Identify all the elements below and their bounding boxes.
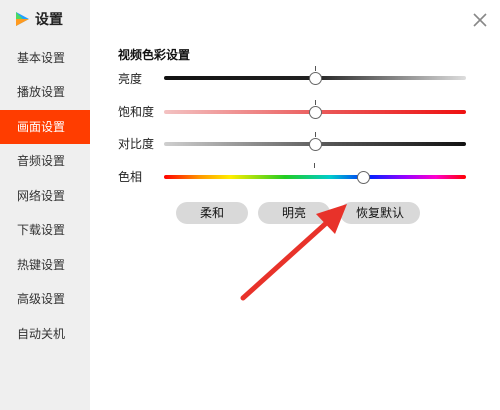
sidebar-item-auto-shutdown[interactable]: 自动关机 [0, 317, 90, 351]
bright-preset-button[interactable]: 明亮 [258, 202, 330, 224]
sidebar-item-download-settings[interactable]: 下载设置 [0, 213, 90, 247]
sidebar-item-advanced-settings[interactable]: 高级设置 [0, 282, 90, 316]
contrast-label: 对比度 [118, 137, 155, 151]
brightness-label: 亮度 [118, 72, 143, 86]
soft-preset-button[interactable]: 柔和 [176, 202, 248, 224]
window-title-text: 设置 [35, 12, 63, 28]
sidebar-item-picture-settings[interactable]: 画面设置 [0, 110, 90, 144]
brightness-slider-thumb[interactable] [308, 72, 322, 85]
saturation-slider-thumb[interactable] [308, 106, 322, 119]
sidebar: 设置 基本设置 播放设置 画面设置 音频设置 网络设置 下载设置 热键设置 高级… [0, 0, 90, 410]
contrast-slider-thumb[interactable] [308, 138, 322, 151]
window-title: 设置 [14, 8, 63, 30]
sidebar-item-hotkey-settings[interactable]: 热键设置 [0, 248, 90, 282]
hue-label: 色相 [118, 170, 143, 184]
app-logo-icon [16, 12, 29, 26]
sidebar-item-playback-settings[interactable]: 播放设置 [0, 75, 90, 109]
sidebar-item-audio-settings[interactable]: 音频设置 [0, 144, 90, 178]
saturation-label: 饱和度 [118, 105, 155, 119]
contrast-default-tick [315, 132, 316, 137]
hue-slider-thumb[interactable] [356, 171, 370, 184]
restore-default-button[interactable]: 恢复默认 [340, 202, 420, 224]
saturation-default-tick [315, 100, 316, 105]
video-color-settings-title: 视频色彩设置 [118, 48, 191, 62]
sidebar-item-basic-settings[interactable]: 基本设置 [0, 41, 90, 75]
hue-default-tick [314, 163, 315, 168]
hue-slider[interactable] [164, 175, 466, 179]
sidebar-item-network-settings[interactable]: 网络设置 [0, 179, 90, 213]
close-icon[interactable] [472, 12, 488, 28]
brightness-default-tick [315, 66, 316, 71]
